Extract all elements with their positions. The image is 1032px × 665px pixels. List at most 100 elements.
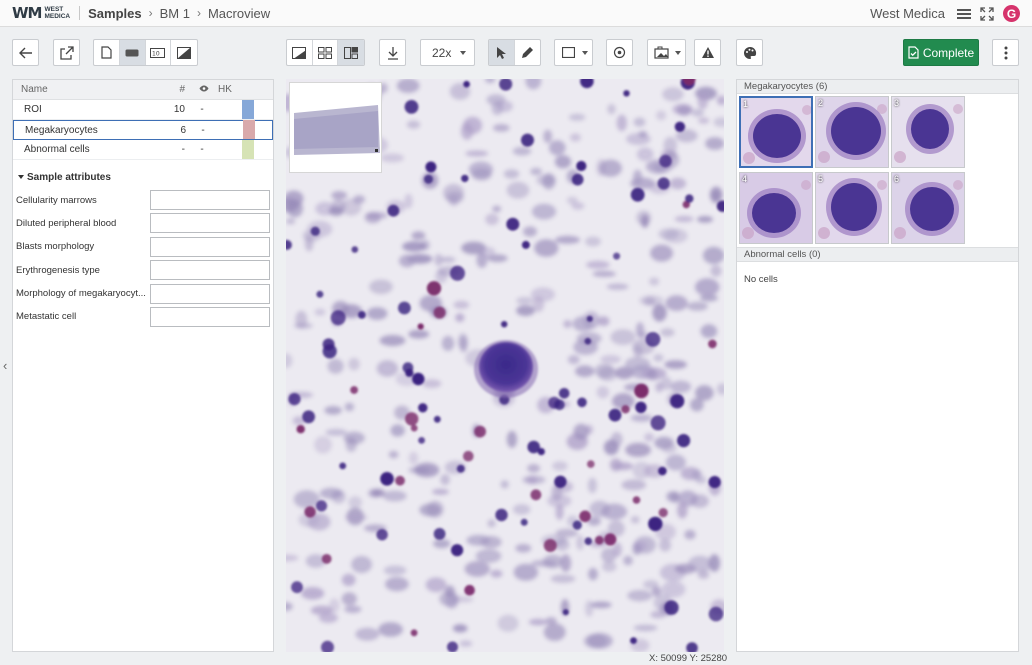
back-arrow-icon bbox=[18, 47, 32, 58]
caret-down-icon bbox=[582, 51, 588, 55]
table-row-abnormal-cells[interactable]: Abnormal cells - - bbox=[13, 140, 273, 160]
attribute-row: Metastatic cell bbox=[13, 306, 273, 327]
collapse-panel-chevron-icon[interactable]: ‹ bbox=[3, 358, 7, 373]
breadcrumb-samples[interactable]: Samples bbox=[88, 6, 141, 21]
organization-name: West Medica bbox=[870, 6, 945, 21]
thumbnail-number: 5 bbox=[818, 174, 824, 184]
page-view-button[interactable] bbox=[94, 40, 120, 65]
color-swatch[interactable] bbox=[242, 140, 254, 159]
row-visibility[interactable]: - bbox=[200, 125, 206, 136]
slide-viewer[interactable] bbox=[286, 79, 724, 652]
west-medica-logo[interactable]: WM WEST MEDICA bbox=[12, 0, 70, 27]
target-button[interactable] bbox=[606, 39, 633, 66]
table-row-megakaryocytes[interactable]: Megakaryocytes 6 - bbox=[13, 120, 273, 140]
attribute-row: Blasts morphology bbox=[13, 236, 273, 257]
minimap[interactable] bbox=[289, 82, 382, 173]
scalebar-icon: 10 bbox=[150, 47, 166, 58]
attribute-label: Cellularity marrows bbox=[16, 194, 97, 206]
thumbnail-number: 4 bbox=[742, 174, 748, 184]
target-icon bbox=[613, 46, 626, 59]
column-name: Name bbox=[21, 84, 48, 95]
zoom-select[interactable]: 22x bbox=[420, 39, 475, 66]
download-button[interactable] bbox=[379, 39, 406, 66]
row-count: - bbox=[181, 144, 185, 155]
column-hk: HK bbox=[218, 84, 232, 95]
row-visibility[interactable]: - bbox=[199, 144, 205, 155]
attribute-row: Erythrogenesis type bbox=[13, 260, 273, 281]
attribute-select[interactable] bbox=[150, 213, 270, 234]
slide-view-button[interactable] bbox=[119, 40, 146, 65]
logo-line-1: WEST bbox=[44, 6, 64, 13]
caret-down-icon bbox=[18, 175, 24, 179]
split-view-icon bbox=[292, 46, 307, 59]
user-avatar[interactable]: G bbox=[1003, 5, 1020, 22]
attribute-input[interactable] bbox=[150, 236, 270, 257]
sample-attributes-toggle[interactable]: Sample attributes bbox=[18, 170, 273, 184]
attribute-select[interactable] bbox=[150, 190, 270, 210]
row-count: 10 bbox=[173, 104, 185, 115]
megakaryocyte-thumbnail[interactable]: 1 bbox=[739, 96, 813, 168]
attribute-select[interactable] bbox=[150, 260, 270, 281]
shape-tool-button[interactable] bbox=[554, 39, 593, 66]
row-count: 6 bbox=[180, 124, 186, 136]
header-divider bbox=[79, 6, 81, 20]
table-row-roi[interactable]: ROI 10 - bbox=[13, 100, 273, 120]
hamburger-menu-icon[interactable] bbox=[957, 8, 971, 19]
annotations-panel: Name # HK ROI 10 - Megakaryocytes 6 - Ab… bbox=[12, 79, 274, 652]
minimap-thumbnail bbox=[290, 83, 381, 172]
kebab-menu-icon bbox=[1004, 46, 1007, 59]
attribute-label: Blasts morphology bbox=[16, 241, 95, 253]
attribute-select[interactable] bbox=[150, 306, 270, 327]
document-check-icon bbox=[908, 46, 919, 59]
palette-button[interactable] bbox=[736, 39, 763, 66]
abnormal-cells-header: Abnormal cells (0) bbox=[737, 248, 1018, 262]
attribute-row: Cellularity marrows bbox=[13, 190, 273, 210]
row-name: Abnormal cells bbox=[24, 144, 90, 155]
megakaryocyte-thumbnail[interactable]: 5 bbox=[815, 172, 889, 244]
megakaryocyte-thumbnail[interactable]: 3 bbox=[891, 96, 965, 168]
back-button[interactable] bbox=[12, 39, 39, 66]
pencil-tool-button[interactable] bbox=[515, 40, 540, 65]
attribute-input[interactable] bbox=[150, 283, 270, 304]
pointer-tool-button[interactable] bbox=[489, 40, 515, 65]
complete-button[interactable]: Complete bbox=[903, 39, 979, 66]
compare-view-button[interactable] bbox=[338, 40, 364, 65]
color-swatch[interactable] bbox=[243, 120, 255, 139]
fullscreen-icon[interactable] bbox=[980, 6, 994, 21]
contrast-icon bbox=[177, 46, 192, 59]
layout-group bbox=[286, 39, 365, 66]
svg-text:10: 10 bbox=[152, 50, 160, 57]
logo-mark: WM bbox=[12, 4, 43, 22]
logo-line-2: MEDICA bbox=[44, 13, 71, 20]
warning-icon bbox=[701, 47, 714, 58]
cell-image bbox=[740, 173, 812, 243]
megakaryocyte-thumbnail[interactable]: 2 bbox=[815, 96, 889, 168]
no-cells-message: No cells bbox=[744, 274, 778, 285]
attribute-row: Morphology of megakaryocyt... bbox=[13, 283, 273, 304]
breadcrumb: Samples › BM 1 › Macroview bbox=[88, 6, 270, 21]
contrast-button[interactable] bbox=[171, 40, 197, 65]
image-settings-button[interactable] bbox=[647, 39, 686, 66]
sample-attributes-title: Sample attributes bbox=[27, 171, 111, 183]
split-view-button[interactable] bbox=[287, 40, 313, 65]
breadcrumb-sample[interactable]: BM 1 bbox=[160, 6, 190, 21]
grid-view-icon bbox=[318, 46, 332, 59]
sample-attributes-section: Sample attributes Cellularity marrows Dil… bbox=[13, 160, 273, 327]
chevron-right-icon: › bbox=[196, 6, 201, 20]
warning-button[interactable] bbox=[694, 39, 721, 66]
grid-view-button[interactable] bbox=[313, 40, 339, 65]
eye-icon bbox=[199, 84, 209, 95]
attribute-label: Erythrogenesis type bbox=[16, 264, 100, 276]
more-options-button[interactable] bbox=[992, 39, 1019, 66]
attribute-label: Metastatic cell bbox=[16, 311, 77, 323]
megakaryocyte-thumbnail[interactable]: 6 bbox=[891, 172, 965, 244]
app-header: WM WEST MEDICA Samples › BM 1 › Macrovie… bbox=[0, 0, 1032, 27]
row-visibility[interactable]: - bbox=[199, 104, 205, 115]
color-swatch[interactable] bbox=[242, 100, 254, 119]
open-external-button[interactable] bbox=[53, 39, 80, 66]
pointer-icon bbox=[497, 46, 507, 59]
table-header: Name # HK bbox=[13, 80, 273, 100]
row-name: ROI bbox=[24, 104, 42, 115]
megakaryocyte-thumbnail[interactable]: 4 bbox=[739, 172, 813, 244]
scalebar-button[interactable]: 10 bbox=[146, 40, 172, 65]
